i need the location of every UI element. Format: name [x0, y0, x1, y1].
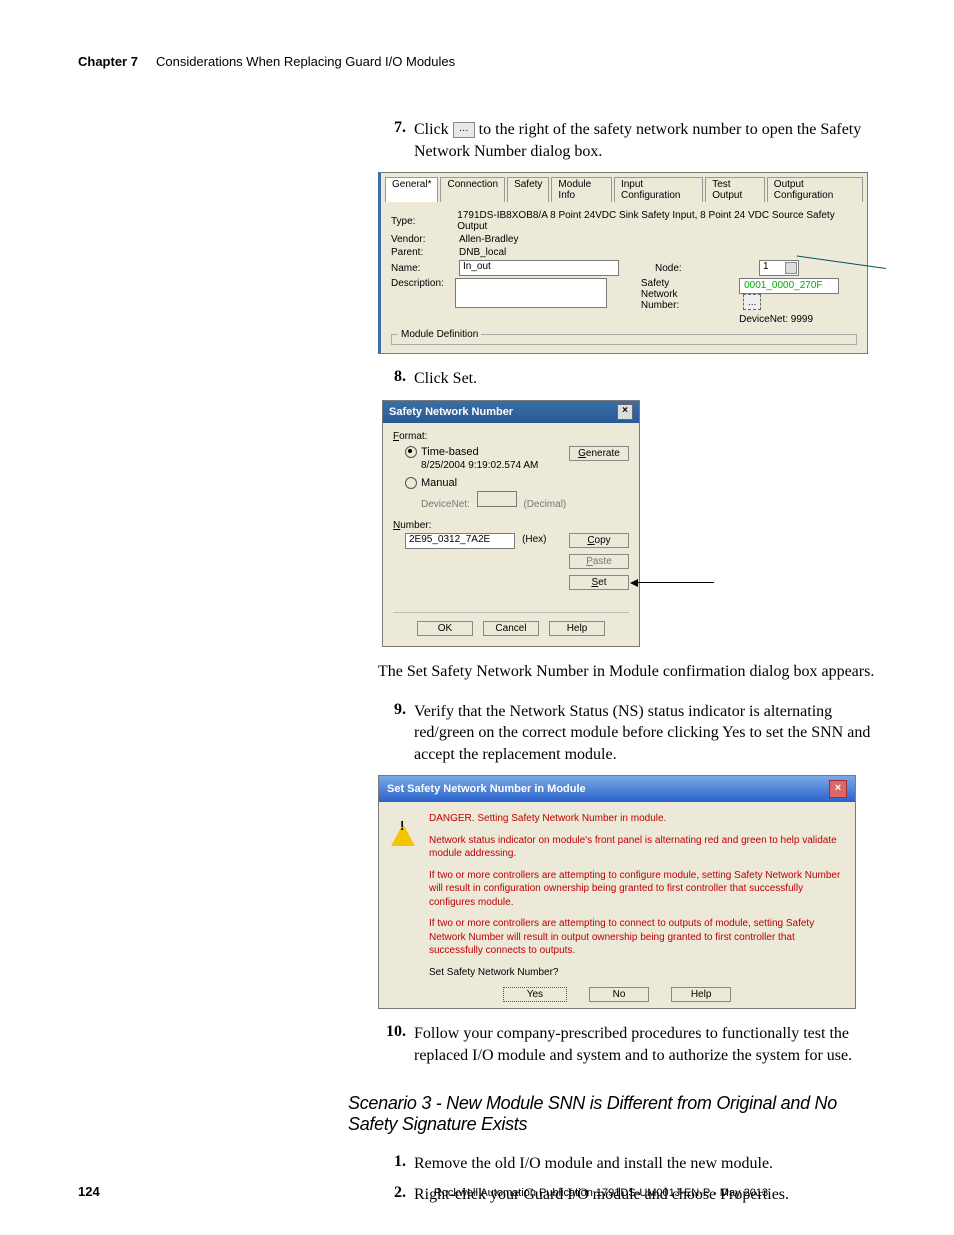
- module-properties-general-panel: General* Connection Safety Module Info I…: [378, 172, 868, 354]
- safety-network-number-dialog: Safety Network Number × Format: Time-bas…: [382, 400, 640, 647]
- parent-value: DNB_local: [459, 247, 506, 258]
- para-after-set: The Set Safety Network Number in Module …: [378, 661, 884, 683]
- chapter-label: Chapter 7: [78, 54, 138, 69]
- set-snn-confirm-dialog: Set Safety Network Number in Module × DA…: [378, 775, 856, 1009]
- set-button[interactable]: Set: [569, 575, 629, 590]
- type-value: 1791DS-IB8XOB8/A 8 Point 24VDC Sink Safe…: [457, 210, 857, 232]
- warning-icon: [391, 812, 415, 979]
- generate-button[interactable]: Generate: [569, 446, 629, 461]
- no-button[interactable]: No: [589, 987, 649, 1002]
- yes-button[interactable]: Yes: [503, 987, 567, 1002]
- vendor-value: Allen-Bradley: [459, 234, 518, 245]
- time-value: 8/25/2004 9:19:02.574 AM: [421, 460, 569, 471]
- tab-module-info[interactable]: Module Info: [551, 177, 612, 202]
- step-7: 7. Click … to the right of the safety ne…: [378, 119, 884, 162]
- chapter-title: Considerations When Replacing Guard I/O …: [156, 54, 455, 69]
- tab-safety[interactable]: Safety: [507, 177, 549, 202]
- help-button[interactable]: Help: [671, 987, 731, 1002]
- step-10: 10. Follow your company-prescribed proce…: [378, 1023, 884, 1066]
- page-footer: 124 Rockwell Automation Publication 1791…: [78, 1184, 884, 1199]
- ellipsis-button-inline: …: [453, 122, 475, 138]
- running-header: Chapter 7 Considerations When Replacing G…: [78, 54, 884, 69]
- copy-button[interactable]: Copy: [569, 533, 629, 548]
- radio-time-based[interactable]: [405, 446, 417, 458]
- node-combo[interactable]: 1: [759, 260, 799, 276]
- tab-input-config[interactable]: Input Configuration: [614, 177, 703, 202]
- cancel-button[interactable]: Cancel: [483, 621, 539, 636]
- close-icon[interactable]: ×: [617, 404, 633, 420]
- number-input[interactable]: 2E95_0312_7A2E: [405, 533, 515, 549]
- radio-manual[interactable]: [405, 477, 417, 489]
- close-icon[interactable]: ×: [829, 780, 847, 798]
- description-input[interactable]: [455, 278, 607, 308]
- step-9: 9. Verify that the Network Status (NS) s…: [378, 701, 884, 766]
- tab-output-config[interactable]: Output Configuration: [767, 177, 863, 202]
- manual-decimal-input: [477, 491, 517, 507]
- scenario-3-heading: Scenario 3 - New Module SNN is Different…: [348, 1093, 884, 1135]
- devicenet-id: DeviceNet: 9999: [739, 314, 857, 325]
- page-number: 124: [78, 1184, 318, 1199]
- tab-general[interactable]: General*: [385, 177, 438, 202]
- ok-button[interactable]: OK: [417, 621, 473, 636]
- tab-test-output[interactable]: Test Output: [705, 177, 765, 202]
- snn-display: 0001_0000_270F: [739, 278, 839, 294]
- tab-connection[interactable]: Connection: [440, 177, 505, 202]
- step-8: 8. Click Set.: [378, 368, 884, 390]
- help-button[interactable]: Help: [549, 621, 605, 636]
- paste-button[interactable]: Paste: [569, 554, 629, 569]
- confirm-title: Set Safety Network Number in Module: [387, 783, 586, 795]
- snn-ellipsis-button[interactable]: …: [743, 294, 761, 310]
- dialog-title: Safety Network Number: [389, 406, 513, 418]
- name-input[interactable]: In_out: [459, 260, 619, 276]
- publication-id: Rockwell Automation Publication 1791DS-U…: [318, 1187, 884, 1199]
- s3-step-1: 1. Remove the old I/O module and install…: [378, 1153, 884, 1175]
